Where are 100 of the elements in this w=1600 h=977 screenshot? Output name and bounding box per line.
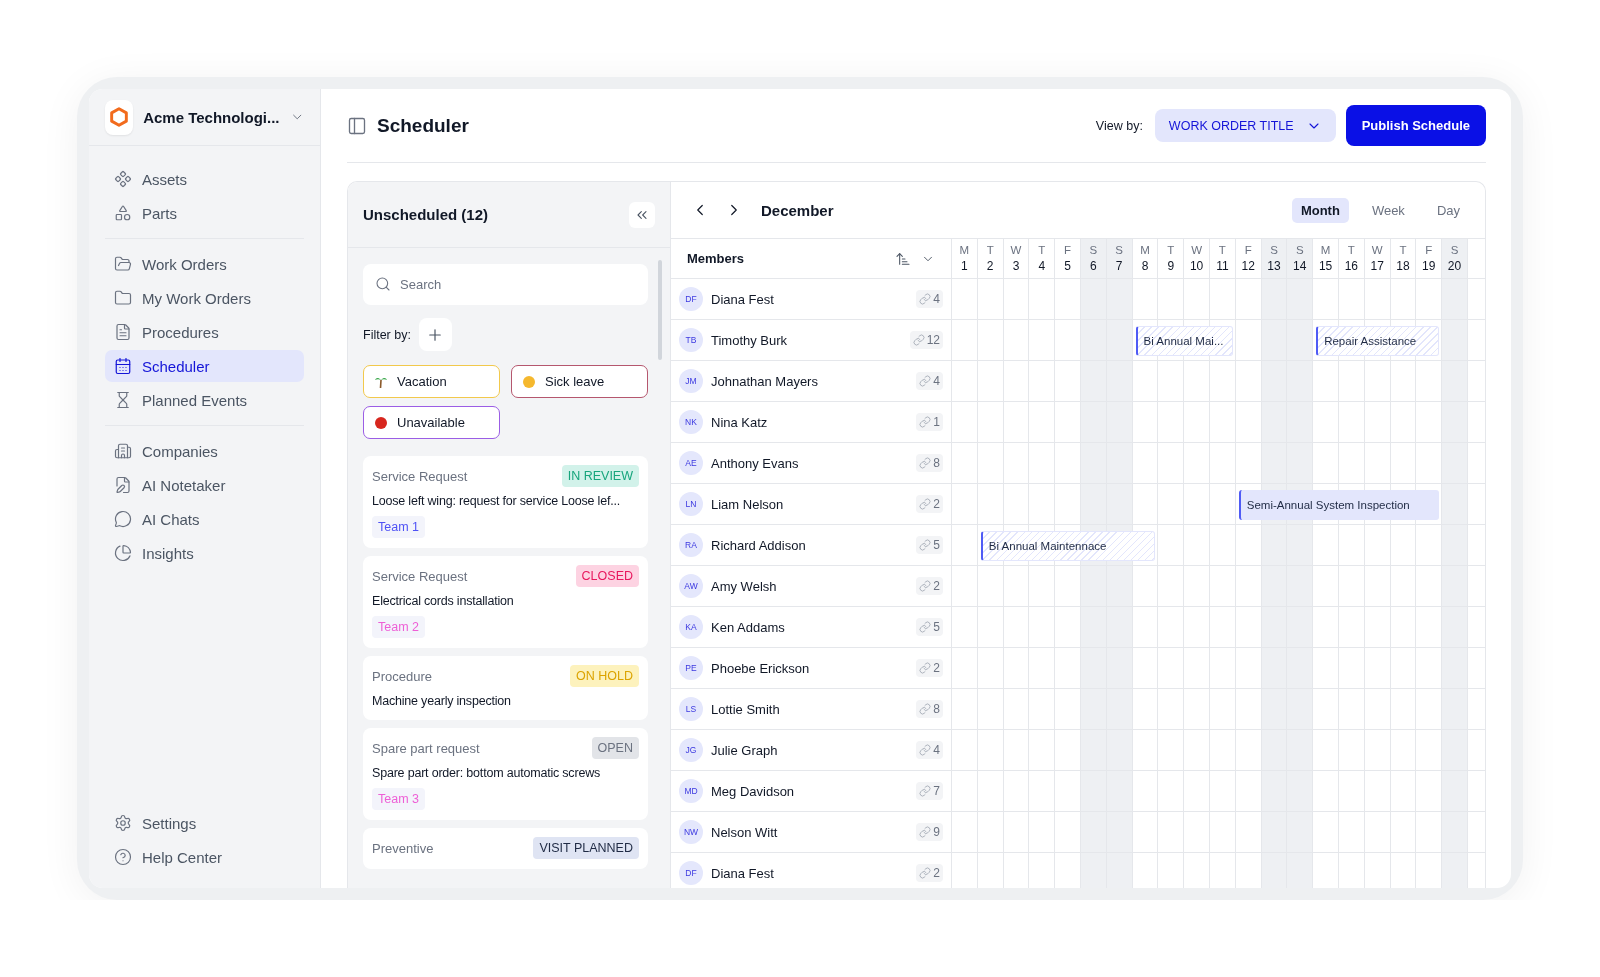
work-order-card[interactable]: Spare part request OPEN Spare part order: bottom automatic screws Team 3: [363, 728, 648, 820]
view-tab[interactable]: Month: [1291, 197, 1349, 223]
member-name: Lottie Smith: [711, 701, 781, 717]
work-order-card[interactable]: Procedure ON HOLD Machine yearly inspection: [363, 656, 648, 720]
folder-icon: [114, 289, 132, 307]
card-title: Spare part order: bottom automatic screws: [372, 765, 601, 782]
work-order-count: 12: [909, 331, 943, 349]
status-badge: CLOSED: [575, 565, 639, 587]
view-by-dropdown[interactable]: WORK ORDER TITLE: [1154, 109, 1336, 142]
card-category: Service Request: [372, 468, 468, 484]
company-name[interactable]: Acme Technologi...: [143, 108, 280, 126]
member-avatar: TB: [679, 328, 703, 352]
member-avatar: DF: [679, 287, 703, 311]
link-icon: [919, 826, 932, 838]
weekday-label: M: [1320, 244, 1331, 256]
nav-item[interactable]: Assets: [105, 163, 304, 195]
weekday-label: T: [986, 244, 994, 256]
date-label: 8: [1141, 259, 1149, 273]
nav-item[interactable]: Companies: [105, 435, 304, 467]
nav-item[interactable]: My Work Orders: [105, 282, 304, 314]
date-label: 19: [1422, 259, 1436, 273]
work-order-count: 7: [916, 782, 943, 800]
building-icon: [114, 442, 132, 460]
member-name: Julie Graph: [711, 742, 779, 758]
work-order-count: 8: [916, 454, 943, 472]
member-avatar: DF: [679, 861, 703, 885]
nav-item[interactable]: Settings: [105, 807, 304, 839]
legend-chip[interactable]: Vacation: [363, 365, 500, 398]
work-order-count: 4: [916, 372, 943, 390]
date-label: 2: [986, 259, 994, 273]
weekday-label: M: [959, 244, 970, 256]
member-avatar: LN: [679, 492, 703, 516]
member-avatar: KA: [679, 615, 703, 639]
nav-item[interactable]: AI Chats: [105, 503, 304, 535]
link-icon: [919, 416, 932, 428]
weekday-label: S: [1450, 244, 1459, 256]
card-category: Procedure: [372, 668, 432, 684]
weekday-label: T: [1167, 244, 1175, 256]
date-label: 16: [1344, 259, 1359, 273]
card-category: Spare part request: [372, 740, 480, 756]
legend-chip[interactable]: Sick leave: [511, 365, 648, 398]
view-tab[interactable]: Day: [1427, 197, 1469, 223]
publish-button[interactable]: Publish Schedule: [1345, 105, 1486, 146]
work-order-count: 8: [916, 700, 943, 718]
nav-item[interactable]: Planned Events: [105, 384, 304, 416]
nav-item[interactable]: Procedures: [105, 316, 304, 348]
event-bar[interactable]: Bi Annual Maintennace: [980, 530, 1156, 561]
link-icon: [919, 785, 932, 797]
weekday-label: W: [1371, 244, 1383, 256]
member-avatar: LS: [679, 697, 703, 721]
member-name: Nelson Witt: [711, 824, 779, 840]
legend-label: Sick leave: [545, 374, 605, 389]
link-icon: [919, 457, 932, 469]
weekday-label: T: [1399, 244, 1407, 256]
component-icon: [114, 170, 132, 188]
work-order-count: 2: [916, 659, 943, 677]
work-order-card[interactable]: Preventive VISIT PLANNED: [363, 828, 648, 869]
weekday-label: F: [1244, 244, 1252, 256]
month-title: December: [761, 201, 835, 219]
document-icon: [114, 323, 132, 341]
work-order-card[interactable]: Service Request CLOSED Electrical cords installation Team 2: [363, 556, 648, 648]
nav-item[interactable]: AI Notetaker: [105, 469, 304, 501]
member-name: Amy Welsh: [711, 578, 778, 594]
hourglass-icon: [114, 391, 132, 409]
member-name: Diana Fest: [711, 865, 775, 881]
date-label: 7: [1115, 259, 1123, 273]
settings-icon: [114, 814, 132, 832]
status-badge: OPEN: [591, 737, 639, 759]
member-avatar: MD: [679, 779, 703, 803]
event-bar[interactable]: Repair Assistance: [1316, 325, 1440, 356]
event-bar[interactable]: Semi-Annual System Inspection: [1238, 489, 1440, 520]
date-label: 17: [1370, 259, 1384, 273]
nav-item[interactable]: Scheduler: [105, 350, 304, 382]
nav-item[interactable]: Parts: [105, 197, 304, 229]
add-filter-button[interactable]: [418, 318, 452, 351]
legend-chip[interactable]: Unavailable: [363, 406, 500, 439]
work-order-card[interactable]: Service Request IN REVIEW Loose left wing: request for service Loose lef... Team 1: [363, 456, 648, 548]
nav-item[interactable]: Help Center: [105, 841, 304, 873]
nav-item[interactable]: Insights: [105, 537, 304, 569]
card-title: Loose left wing: request for service Loose lef...: [372, 493, 621, 510]
work-order-count: 5: [916, 536, 943, 554]
calendar-icon: [114, 357, 132, 375]
status-badge: IN REVIEW: [561, 465, 639, 487]
link-icon: [919, 580, 932, 592]
scrollbar-thumb[interactable]: [658, 260, 662, 360]
weekday-label: S: [1270, 244, 1278, 256]
view-tab[interactable]: Week: [1362, 197, 1414, 223]
card-title: Electrical cords installation: [372, 593, 515, 610]
nav-item[interactable]: Work Orders: [105, 248, 304, 280]
link-icon: [919, 744, 932, 756]
work-order-count: 2: [916, 864, 943, 882]
search-field[interactable]: Search: [363, 264, 648, 305]
card-title: Machine yearly inspection: [372, 693, 512, 710]
event-bar[interactable]: Bi Annual Mai...: [1135, 325, 1233, 356]
member-name: Johnathan Mayers: [711, 373, 819, 389]
weekday-label: T: [1218, 244, 1226, 256]
member-name: Diana Fest: [711, 291, 775, 307]
member-name: Timothy Burk: [711, 332, 789, 348]
collapse-button[interactable]: [629, 201, 655, 228]
page-title: Scheduler: [377, 114, 470, 137]
